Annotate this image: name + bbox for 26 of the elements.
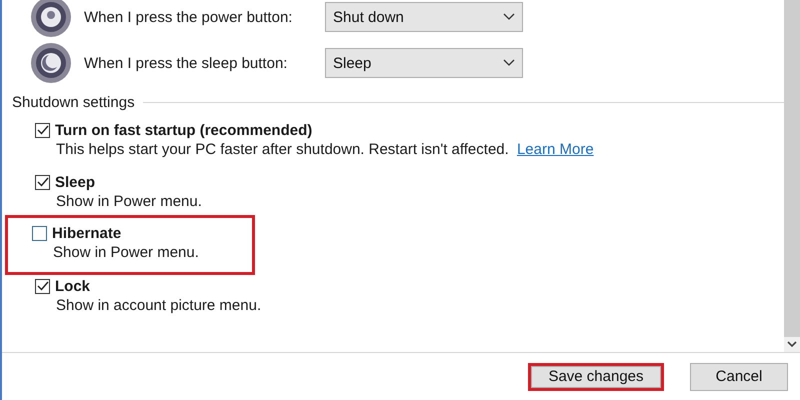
chevron-down-icon — [503, 59, 515, 67]
checkbox[interactable] — [35, 278, 50, 294]
chevron-down-icon — [503, 13, 515, 21]
option-label: Sleep — [55, 174, 96, 190]
checkbox[interactable] — [32, 226, 47, 240]
option-label: Turn on fast startup (recommended) — [55, 122, 312, 138]
option-description: This helps start your PC faster after shutdown. Restart isn't affected. — [56, 141, 509, 158]
setting-label: When I press the sleep button: — [84, 54, 288, 72]
option-description: Show in Power menu. — [56, 193, 202, 210]
learn-more-link[interactable]: Learn More — [516, 141, 594, 158]
section-title: Shutdown settings — [12, 94, 135, 111]
moon-icon — [30, 42, 72, 84]
option-description: Show in Power menu. — [53, 244, 199, 261]
option-label: Lock — [55, 278, 90, 294]
dropdown[interactable]: Shut down — [325, 2, 523, 32]
option-description: Show in account picture menu. — [56, 297, 262, 314]
scrollbar[interactable] — [784, 0, 800, 352]
scroll-down-icon[interactable] — [784, 337, 800, 352]
cancel-button[interactable]: Cancel — [690, 362, 788, 390]
save-button[interactable]: Save changes — [528, 362, 664, 390]
option-label: Hibernate — [52, 224, 122, 242]
dropdown[interactable]: Sleep — [325, 48, 523, 78]
setting-label: When I press the power button: — [84, 8, 294, 26]
power-icon — [30, 0, 72, 38]
checkbox[interactable] — [35, 174, 50, 190]
checkbox[interactable] — [35, 122, 50, 138]
